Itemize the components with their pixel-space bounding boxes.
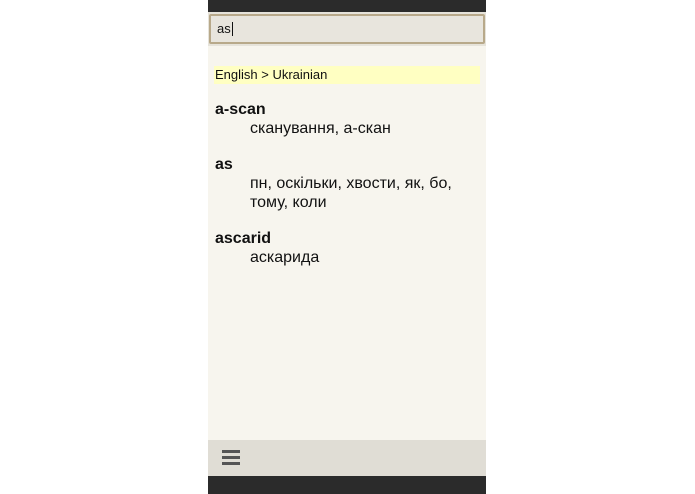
hamburger-menu-icon[interactable] — [222, 450, 240, 465]
entry-headword: a-scan — [215, 101, 266, 118]
list-item[interactable]: ascarid аскарида — [215, 229, 479, 267]
phone-screen: as English > Ukrainian a-scan сканування… — [208, 0, 486, 494]
results-list: a-scan сканування, а-скан as пн, оскільк… — [215, 100, 479, 284]
entry-headword: as — [215, 156, 233, 173]
search-input[interactable]: as — [209, 14, 485, 44]
entry-translation: тому, коли — [250, 194, 327, 211]
search-input-text: as — [217, 21, 233, 36]
navigation-bar — [208, 476, 486, 494]
dictionary-direction-label[interactable]: English > Ukrainian — [214, 66, 480, 84]
search-bar: as — [208, 12, 486, 46]
bottom-toolbar — [208, 440, 486, 476]
entry-headword: ascarid — [215, 230, 272, 247]
text-cursor — [231, 22, 233, 36]
entry-translation: аскарида — [250, 249, 320, 266]
entry-translation: пн, оскільки, хвости, як, бо, — [250, 175, 452, 192]
entry-translation: сканування, а-скан — [250, 120, 391, 137]
list-item[interactable]: a-scan сканування, а-скан — [215, 100, 479, 138]
status-bar — [208, 0, 486, 12]
list-item[interactable]: as пн, оскільки, хвости, як, бо, тому, к… — [215, 155, 479, 212]
